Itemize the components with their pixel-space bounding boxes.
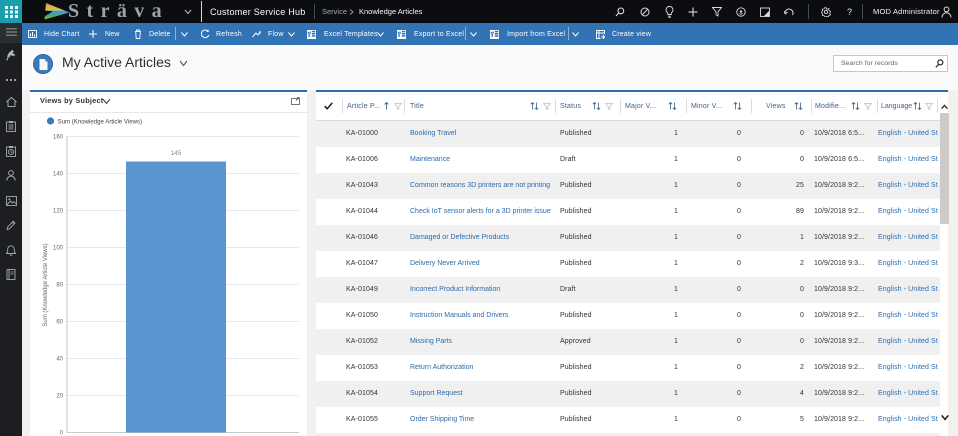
svg-text:100: 100: [53, 246, 64, 252]
svg-text:0: 0: [60, 431, 64, 436]
svg-text:60: 60: [56, 320, 63, 326]
svg-text:40: 40: [56, 357, 63, 363]
svg-text:160: 160: [53, 135, 64, 141]
svg-text:Sum (Knowledge Article Views): Sum (Knowledge Article Views): [58, 119, 143, 126]
svg-text:20: 20: [56, 394, 63, 400]
svg-text:80: 80: [56, 283, 63, 289]
svg-text:145: 145: [171, 150, 182, 157]
svg-text:140: 140: [53, 172, 64, 178]
svg-text:Sum (Knowledge Article Views): Sum (Knowledge Article Views): [43, 243, 49, 326]
svg-text:120: 120: [53, 209, 64, 215]
